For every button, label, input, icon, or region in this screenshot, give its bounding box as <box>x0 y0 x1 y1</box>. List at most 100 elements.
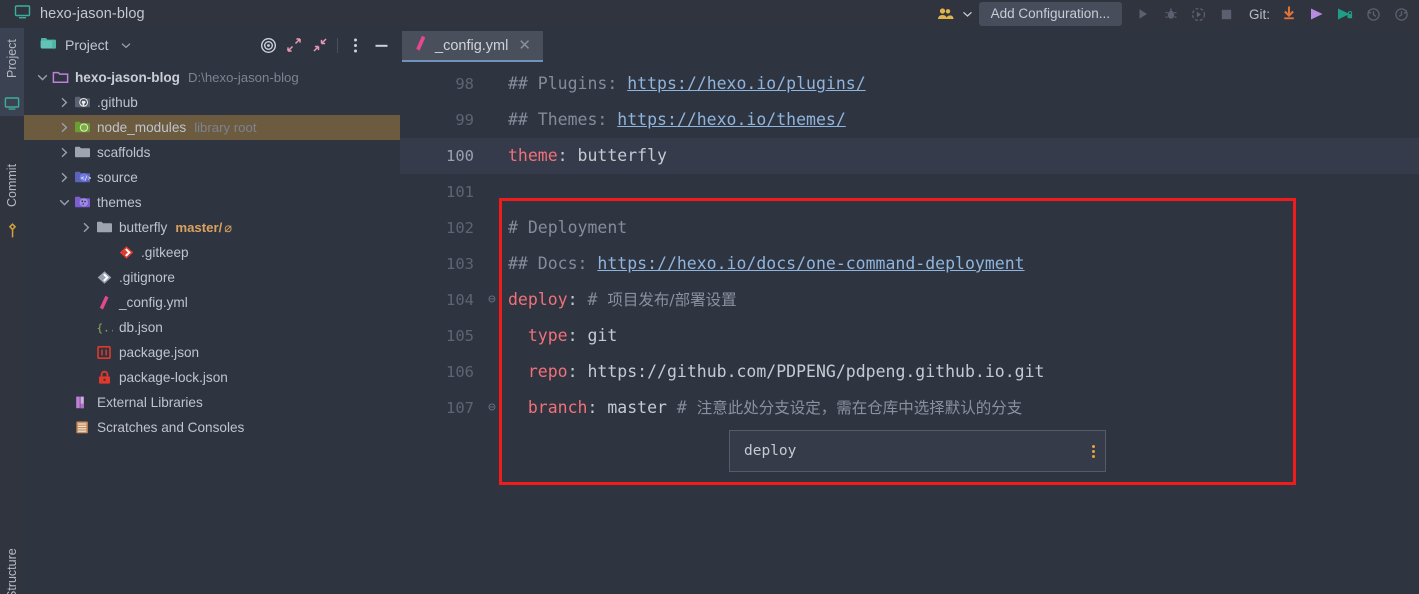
chevron-down-icon[interactable] <box>960 2 976 26</box>
code-text[interactable]: type: git <box>508 318 617 354</box>
tree-item-package-json[interactable]: package.json <box>24 340 400 365</box>
expand-all-icon[interactable] <box>281 32 307 58</box>
sidebar-tab-commit[interactable]: Commit <box>0 152 24 218</box>
deploy-popup[interactable]: deploy <box>729 430 1106 472</box>
tree-item-source[interactable]: </> source <box>24 165 400 190</box>
code-token-key: repo <box>527 362 568 381</box>
tree-item-label: .gitkeep <box>141 245 189 260</box>
code-token-val <box>508 398 528 417</box>
code-token-lnk[interactable]: https://hexo.io/docs/one-command-deploym… <box>597 254 1024 273</box>
code-token-key: branch <box>527 398 588 417</box>
run-configuration-selector[interactable]: Add Configuration... <box>978 2 1122 26</box>
chevron-down-icon[interactable] <box>34 65 51 90</box>
editor-tab-config-yml[interactable]: _config.yml ✕ <box>402 31 543 62</box>
run-with-coverage-icon[interactable] <box>1185 2 1213 26</box>
code-token-cm: # Deployment <box>508 218 628 237</box>
code-line[interactable]: 99 ## Themes: https://hexo.io/themes/ <box>400 102 1419 138</box>
tree-item-github[interactable]: .github <box>24 90 400 115</box>
tree-item-themes[interactable]: themes <box>24 190 400 215</box>
monitor-icon[interactable] <box>0 90 24 116</box>
tree-item-branch-mark: ⌀ <box>224 219 233 235</box>
code-text[interactable]: theme: butterfly <box>508 138 667 174</box>
tree-item-package-lock-json[interactable]: package-lock.json <box>24 365 400 390</box>
tree-item-scaffolds[interactable]: scaffolds <box>24 140 400 165</box>
folder-icon <box>73 140 92 165</box>
code-line[interactable]: 102 # Deployment <box>400 210 1419 246</box>
code-fold-marker-icon[interactable]: ⊖ <box>488 390 496 426</box>
rollback-history-icon[interactable] <box>1359 2 1387 26</box>
code-text[interactable]: ## Plugins: https://hexo.io/plugins/ <box>508 66 866 102</box>
window-title: hexo-jason-blog <box>40 6 145 22</box>
people-icon[interactable] <box>932 2 960 26</box>
sidebar-tab-project[interactable]: Project <box>0 28 24 90</box>
deploy-popup-label: deploy <box>744 443 797 459</box>
tree-item-label: Scratches and Consoles <box>97 420 245 435</box>
tree-item-label: .gitignore <box>119 270 175 285</box>
update-project-icon[interactable] <box>1275 2 1303 26</box>
sidebar-tab-structure[interactable]: Structure <box>0 526 24 594</box>
line-number: 98 <box>455 75 474 93</box>
code-text[interactable]: ## Docs: https://hexo.io/docs/one-comman… <box>508 246 1025 282</box>
code-token-val <box>508 326 528 345</box>
chevron-right-icon[interactable] <box>56 165 73 190</box>
code-fold-marker-icon[interactable]: ⊖ <box>488 282 496 318</box>
code-line[interactable]: 105 type: git <box>400 318 1419 354</box>
chevron-down-icon[interactable] <box>121 42 131 49</box>
tree-item-hexo-jason-blog[interactable]: hexo-jason-blog D:\hexo-jason-blog <box>24 65 400 90</box>
code-token-key: type <box>527 326 568 345</box>
chevron-right-icon[interactable] <box>56 140 73 165</box>
commit-diamond-icon[interactable] <box>0 218 24 244</box>
folder-icon <box>95 215 114 240</box>
debug-icon[interactable] <box>1157 2 1185 26</box>
tree-item-butterfly[interactable]: butterfly master/⌀ <box>24 215 400 240</box>
commit-icon[interactable] <box>1331 2 1359 26</box>
code-token-cm: # <box>676 398 697 417</box>
code-text[interactable]: ## Themes: https://hexo.io/themes/ <box>508 102 846 138</box>
code-line[interactable]: 104 ⊖ deploy: # 项目发布/部署设置 <box>400 282 1419 318</box>
tree-item-gitkeep[interactable]: .gitkeep <box>24 240 400 265</box>
code-line[interactable]: 103 ## Docs: https://hexo.io/docs/one-com… <box>400 246 1419 282</box>
hide-panel-icon[interactable] <box>368 32 394 58</box>
line-number: 107 <box>446 399 474 417</box>
chevron-right-icon[interactable] <box>56 115 73 140</box>
project-tree[interactable]: hexo-jason-blog D:\hexo-jason-blog .github… <box>24 62 400 440</box>
scratches-icon <box>73 415 92 440</box>
close-icon[interactable]: ✕ <box>516 38 533 53</box>
tree-item-node-modules[interactable]: node_modules library root <box>24 115 400 140</box>
code-token-lnk[interactable]: https://hexo.io/themes/ <box>617 110 845 129</box>
project-panel-title: Project <box>65 37 109 53</box>
code-token-cm: ## Themes: <box>508 110 618 129</box>
title-bar-left: hexo-jason-blog <box>0 4 145 25</box>
chevron-right-icon[interactable] <box>78 215 95 240</box>
tree-item-config-yml[interactable]: _config.yml <box>24 290 400 315</box>
code-text[interactable]: branch: master # 注意此处分支设定，需在仓库中选择默认的分支 <box>508 390 1022 426</box>
code-line[interactable]: 106 repo: https://github.com/PDPENG/pdpe… <box>400 354 1419 390</box>
collapse-all-icon[interactable] <box>307 32 333 58</box>
chevron-down-icon[interactable] <box>56 190 73 215</box>
code-line[interactable]: 107 ⊖ branch: master # 注意此处分支设定，需在仓库中选择默认… <box>400 390 1419 426</box>
tree-item-db-json[interactable]: {..} db.json <box>24 315 400 340</box>
tree-item-gitignore[interactable]: .gitignore <box>24 265 400 290</box>
tree-item-external-libraries[interactable]: External Libraries <box>24 390 400 415</box>
project-folder-icon <box>51 65 70 90</box>
code-line[interactable]: 100 theme: butterfly <box>400 138 1419 174</box>
target-icon[interactable] <box>255 32 281 58</box>
tree-item-scratches-and-consoles[interactable]: Scratches and Consoles <box>24 415 400 440</box>
source-folder-icon: </> <box>73 165 92 190</box>
title-bar-actions: Add Configuration... Git: <box>932 0 1419 28</box>
more-options-icon[interactable] <box>1092 444 1095 458</box>
revert-icon[interactable] <box>1387 2 1415 26</box>
node-modules-folder-icon <box>73 115 92 140</box>
run-icon[interactable] <box>1129 2 1157 26</box>
code-line[interactable]: 98 ## Plugins: https://hexo.io/plugins/ <box>400 66 1419 102</box>
code-text[interactable]: deploy: # 项目发布/部署设置 <box>508 282 737 318</box>
push-commits-icon[interactable] <box>1303 2 1331 26</box>
code-line[interactable]: 101 <box>400 174 1419 210</box>
code-token-lnk[interactable]: https://hexo.io/plugins/ <box>627 74 865 93</box>
code-text[interactable]: repo: https://github.com/PDPENG/pdpeng.g… <box>508 354 1045 390</box>
code-editor[interactable]: 98 ## Plugins: https://hexo.io/plugins/99… <box>400 62 1419 594</box>
more-options-icon[interactable] <box>342 32 368 58</box>
code-text[interactable]: # Deployment <box>508 210 627 246</box>
stop-icon[interactable] <box>1213 2 1241 26</box>
chevron-right-icon[interactable] <box>56 90 73 115</box>
